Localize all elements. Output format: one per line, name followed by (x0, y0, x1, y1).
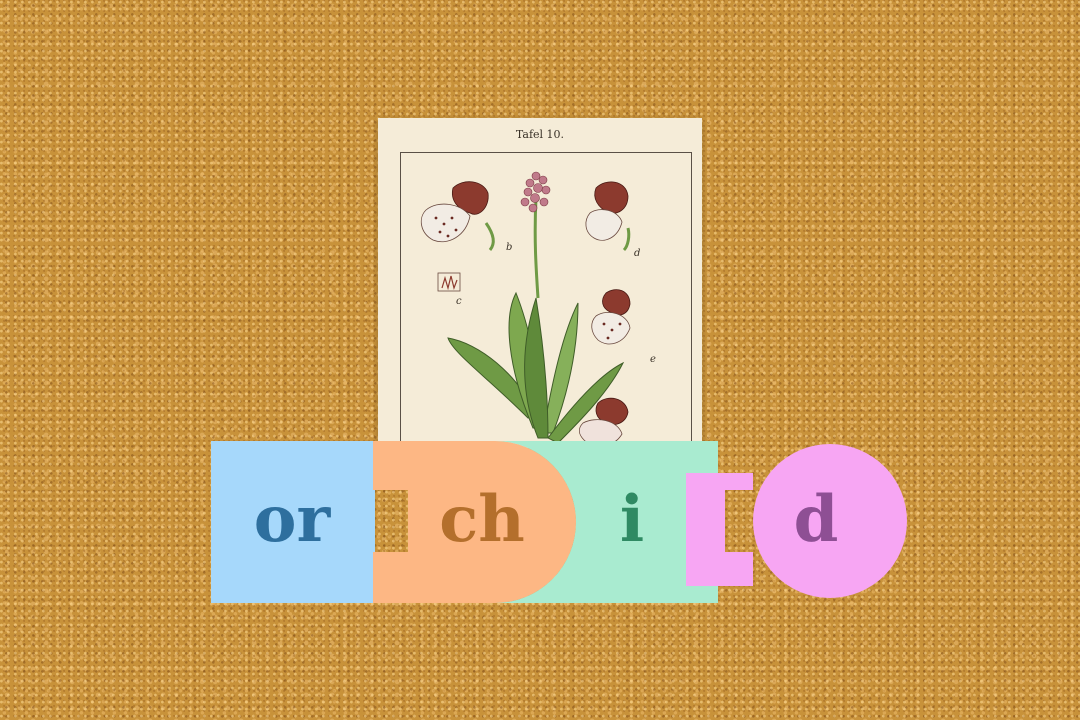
word-tile-or[interactable]: or (211, 441, 375, 603)
word-tile-ch[interactable]: ch (373, 441, 576, 603)
tile-text-i: i (620, 482, 644, 557)
tile-text-or: or (254, 482, 332, 557)
word-tile-d[interactable]: d (686, 444, 907, 598)
tile-text-d: d (794, 482, 839, 557)
tile-text-ch: ch (439, 482, 525, 557)
word-tiles: or ch i d (211, 441, 907, 603)
